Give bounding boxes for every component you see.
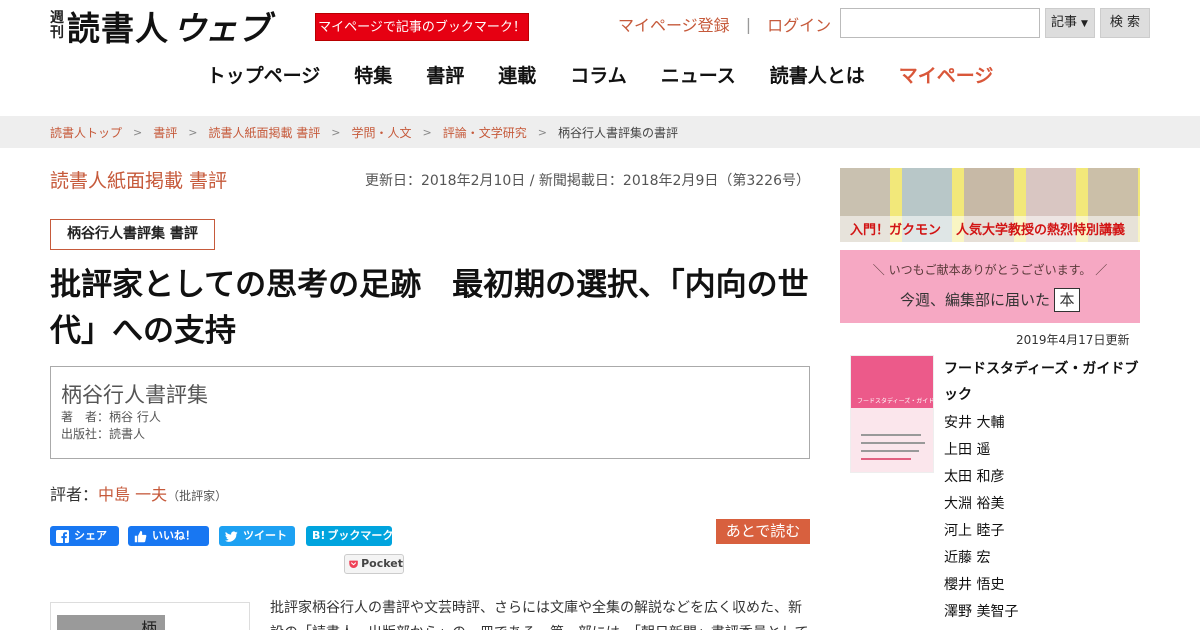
facebook-share-label: シェア [74,529,107,542]
logo-web-text: ウェブ [173,9,270,48]
breadcrumb: 読書人トップ > 書評 > 読書人紙面掲載 書評 > 学問・人文 > 評論・文学… [0,116,1200,148]
reviewer-prefix: 評者： [50,485,99,504]
facebook-like-button[interactable]: いいね！ [128,526,209,546]
logo-weekly-bottom: 刊 [50,25,64,41]
book-tag[interactable]: 柄谷行人書評集 書評 [50,219,215,250]
logo-weekly-top: 週 [50,10,64,26]
received-books-banner-line1: ＼ いつもご献本ありがとうございます。 ／ [872,263,1108,277]
nav-item-series[interactable]: 連載 [498,60,536,92]
article-headline: 批評家としての思考の足跡 最初期の選択、「内向の世代」への支持 [50,267,809,349]
section-title[interactable]: 読書人紙面掲載 書評 [50,166,227,193]
main-nav: トップページ 特集 書評 連載 コラム ニュース 読書人とは マイページ [0,60,1200,92]
user-links-separator: | [745,14,752,34]
hatena-b-icon: B! [312,529,326,542]
sidebar-author-list: 安井 大輔 上田 遥 太田 和彦 大淵 裕美 河上 睦子 近藤 宏 櫻井 悟史 … [944,410,1018,626]
mypage-register-link[interactable]: マイページ登録 [618,12,730,36]
cover-text-line [861,450,919,452]
nav-item-reviews[interactable]: 書評 [426,60,464,92]
sidebar-updated-date: 2019年4月17日更新 [1016,333,1130,347]
breadcrumb-item-current: 柄谷行人書評集の書評 [557,125,678,140]
search-scope-value: 記事 [1051,15,1078,30]
pocket-label: Pocket [361,557,403,570]
chevron-right-icon: > [422,125,432,139]
login-link[interactable]: ログイン [767,12,831,36]
site-header: 週 刊 読書人 ウェブ マイページで記事のブックマーク！ マイページ登録 | ロ… [0,0,1200,116]
article-body: 批評家柄谷行人の書評や文芸時評、さらには文庫や全集の解説などを広く収めた、新設の… [270,600,808,630]
reviewer-role: （批評家） [167,489,228,503]
nav-item-about[interactable]: 読書人とは [770,60,865,92]
received-books-banner-text: 今週、編集部に届いた [899,291,1050,309]
reviewer-name[interactable]: 中島 一夫 [98,485,167,504]
site-logo[interactable]: 週 刊 読書人 ウェブ [50,6,270,48]
book-cover-title-char: 柄 [141,619,158,630]
article-dates: 更新日：2018年2月10日 / 新聞掲載日：2018年2月9日（第3226号） [364,173,810,189]
reviewer: 評者：中島 一夫（批評家） [50,481,227,505]
book-author: 著 者：柄谷 行人 [61,410,161,424]
book-kanji-box: 本 [1054,288,1080,312]
logo-main-text: 読書人 [67,9,169,48]
gakumon-lecture-banner[interactable]: 入門！ガクモン 人気大学教授の熱烈特別講義 [840,168,1140,242]
author-name[interactable]: 河上 睦子 [944,518,1018,545]
cover-text-line [861,458,911,460]
book-info-box: 柄谷行人書評集 著 者：柄谷 行人 出版社：読書人 [50,366,810,459]
tweet-button[interactable]: ツイート [219,526,295,546]
breadcrumb-item-criticism[interactable]: 評論・文学研究 [443,124,527,141]
chevron-right-icon: > [188,125,198,139]
author-name[interactable]: 櫻井 悟史 [944,572,1018,599]
pocket-icon [349,560,358,568]
search-scope-select[interactable]: 記事 ▼ [1045,8,1095,38]
gakumon-banner-right-text: 人気大学教授の熱烈特別講義 [956,223,1126,238]
thumbs-up-icon [134,530,147,542]
gakumon-banner-left-text: 入門！ガクモン [850,223,942,238]
read-later-button[interactable]: あとで読む [716,519,810,544]
author-name[interactable]: 大淵 裕美 [944,491,1018,518]
book-title: 柄谷行人書評集 [61,383,208,407]
tweet-label: ツイート [243,529,287,542]
nav-item-columns[interactable]: コラム [570,60,626,92]
nav-item-mypage[interactable]: マイページ [899,60,994,92]
book-cover-thumbnail[interactable]: 柄 [50,602,250,630]
chevron-right-icon: > [133,125,143,139]
breadcrumb-item-reviews[interactable]: 書評 [153,124,177,141]
breadcrumb-item-home[interactable]: 読書人トップ [50,124,122,141]
hatena-bookmark-label: ブックマーク [327,529,394,542]
breadcrumb-item-humanities[interactable]: 学問・人文 [352,124,412,141]
author-name[interactable]: 近藤 宏 [944,545,1018,572]
twitter-bird-icon [225,530,238,542]
search-input[interactable] [840,8,1040,38]
chevron-right-icon: > [331,125,341,139]
chevron-down-icon: ▼ [1081,19,1088,29]
received-books-banner[interactable]: ＼ いつもご献本ありがとうございます。 ／ 今週、編集部に届いた本 [840,250,1140,323]
user-links: マイページ登録 | ログイン [618,12,831,36]
logo-weekly: 週 刊 [50,11,64,41]
sidebar-book-title[interactable]: フードスタディーズ・ガイドブック [944,356,1140,408]
author-name[interactable]: 澤野 美智子 [944,599,1018,626]
chevron-right-icon: > [537,125,547,139]
cover-title-text: フードスタディーズ・ガイドブック [857,398,934,405]
breadcrumb-item-paper-reviews[interactable]: 読書人紙面掲載 書評 [208,124,320,141]
facebook-icon [56,529,69,543]
mypage-bookmark-promo-button[interactable]: マイページで記事のブックマーク！ [315,13,529,41]
author-name[interactable]: 安井 大輔 [944,410,1018,437]
hatena-bookmark-button[interactable]: B! ブックマーク [306,526,394,546]
pocket-save-button[interactable]: Pocket [344,554,404,574]
nav-item-news[interactable]: ニュース [661,60,736,92]
search-button[interactable]: 検 索 [1100,8,1150,38]
cover-text-line [861,434,921,436]
facebook-share-button[interactable]: シェア [50,526,119,546]
cover-text-line [861,442,925,444]
author-name[interactable]: 太田 和彦 [944,464,1018,491]
book-publisher: 出版社：読書人 [61,427,146,441]
sidebar-book-cover[interactable]: フードスタディーズ・ガイドブック [850,355,934,473]
author-name[interactable]: 上田 遥 [944,437,1018,464]
received-books-banner-line2: 今週、編集部に届いた本 [840,288,1140,312]
nav-item-top[interactable]: トップページ [207,60,321,92]
facebook-like-label: いいね！ [152,529,196,542]
nav-item-features[interactable]: 特集 [354,60,392,92]
